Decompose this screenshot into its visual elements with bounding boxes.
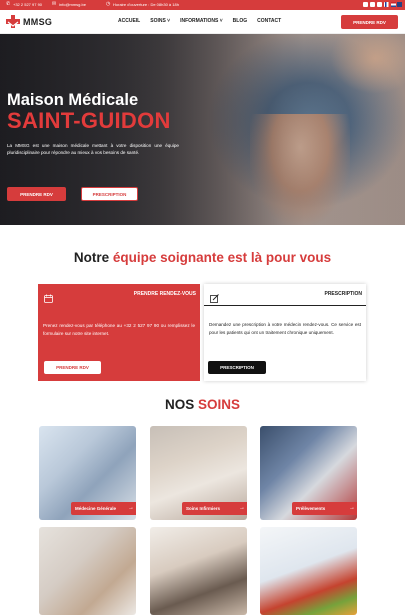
appointment-card: PRENDRE RENDEZ-VOUS Prenez rendez-vous p…	[38, 284, 200, 381]
soin-label[interactable]: Soins Infirmiers →	[182, 502, 247, 515]
arrow-right-icon: →	[128, 505, 134, 511]
team-heading-prefix: Notre	[73, 250, 113, 265]
soin-tile-prelevements[interactable]: Prélèvements →	[260, 426, 357, 520]
main-navigation: MMSG ACCUEIL SOINS ˅ INFORMATIONS ˅ BLOG…	[0, 10, 405, 34]
soins-heading: NOS SOINS	[0, 397, 405, 412]
team-heading: Notre équipe soignante est là pour vous	[0, 250, 405, 265]
flag-fr-icon[interactable]	[385, 2, 390, 7]
menu: ACCUEIL SOINS ˅ INFORMATIONS ˅ BLOG CONT…	[118, 18, 281, 24]
soin-tile-image[interactable]	[39, 527, 136, 615]
top-info-bar: ✆ +32 2 527 97 90 ✉ info@mmsg.be ◷ Horai…	[0, 0, 405, 10]
soin-label-text: Soins Infirmiers	[186, 506, 221, 511]
language-flags	[385, 2, 402, 7]
menu-item-soins[interactable]: SOINS ˅	[150, 18, 170, 24]
card-prescription-button[interactable]: PRESCRIPTION	[208, 361, 266, 374]
menu-item-accueil[interactable]: ACCUEIL	[118, 18, 140, 24]
prescription-card: PRESCRIPTION Demandez une prescription à…	[204, 284, 366, 381]
chevron-down-icon: ˅	[218, 18, 223, 24]
team-heading-highlight: équipe soignante est là pour vous	[112, 250, 332, 265]
facebook-icon[interactable]	[363, 2, 368, 7]
soin-tile-image[interactable]	[150, 527, 247, 615]
soins-heading-highlight: SOINS	[198, 397, 241, 412]
prescription-card-text: Demandez une prescription à votre médeci…	[209, 322, 361, 335]
chevron-down-icon: ˅	[165, 18, 171, 24]
menu-item-informations[interactable]: INFORMATIONS ˅	[180, 18, 223, 24]
soin-label[interactable]: Médecine Générale →	[71, 502, 136, 515]
calendar-icon	[44, 290, 53, 303]
email-info[interactable]: ✉ info@mmsg.be	[52, 1, 86, 8]
logo[interactable]: MMSG	[6, 15, 52, 28]
hero-subtitle: SAINT-GUIDON	[7, 108, 171, 133]
appointment-card-title: PRENDRE RENDEZ-VOUS	[133, 291, 196, 297]
soin-label-text: Prélèvements	[296, 506, 326, 511]
instagram-icon[interactable]	[377, 2, 382, 7]
soin-label-text: Médecine Générale	[75, 506, 117, 511]
flag-nl-icon[interactable]	[391, 2, 396, 7]
flag-en-icon[interactable]	[397, 2, 402, 7]
menu-item-blog[interactable]: BLOG	[233, 18, 247, 24]
menu-item-contact[interactable]: CONTACT	[257, 18, 281, 24]
edit-icon	[210, 290, 219, 303]
logo-cross-icon	[6, 15, 20, 28]
hero-banner: Maison Médicale SAINT-GUIDON La MMSG est…	[0, 34, 405, 225]
appointment-card-header: PRENDRE RENDEZ-VOUS	[38, 284, 200, 306]
hours-text: Horaire d'ouverture : De 08h30 à 18h	[113, 2, 179, 7]
mail-icon: ✉	[52, 1, 57, 7]
soin-tile-soins-infirmiers[interactable]: Soins Infirmiers →	[150, 426, 247, 520]
logo-text: MMSG	[23, 16, 53, 27]
hero-description: La MMSG est une maison médicale mettant …	[7, 143, 179, 155]
phone-info[interactable]: ✆ +32 2 527 97 90	[6, 1, 43, 8]
arrow-right-icon: →	[239, 505, 245, 511]
arrow-right-icon: →	[349, 505, 355, 511]
clock-icon: ◷	[106, 1, 111, 7]
nav-appointment-button[interactable]: PRENDRE RDV	[341, 15, 398, 29]
hours-info: ◷ Horaire d'ouverture : De 08h30 à 18h	[106, 1, 179, 8]
prescription-card-header: PRESCRIPTION	[204, 284, 366, 306]
soin-tile-image[interactable]	[260, 527, 357, 615]
soin-tile-medecine-generale[interactable]: Médecine Générale →	[39, 426, 136, 520]
soins-heading-prefix: NOS	[164, 397, 198, 412]
phone-text: +32 2 527 97 90	[13, 2, 43, 7]
linkedin-icon[interactable]	[370, 2, 375, 7]
phone-icon: ✆	[6, 1, 11, 7]
soin-label[interactable]: Prélèvements →	[292, 502, 357, 515]
hero-prescription-button[interactable]: PRESCRIPTION	[81, 187, 138, 201]
hero-appointment-button[interactable]: PRENDRE RDV	[7, 187, 66, 201]
prescription-card-title: PRESCRIPTION	[324, 291, 362, 297]
card-appointment-button[interactable]: PRENDRE RDV	[44, 361, 101, 374]
email-text: info@mmsg.be	[59, 2, 86, 7]
appointment-card-text: Prenez rendez-vous par téléphone au +32 …	[43, 323, 195, 336]
